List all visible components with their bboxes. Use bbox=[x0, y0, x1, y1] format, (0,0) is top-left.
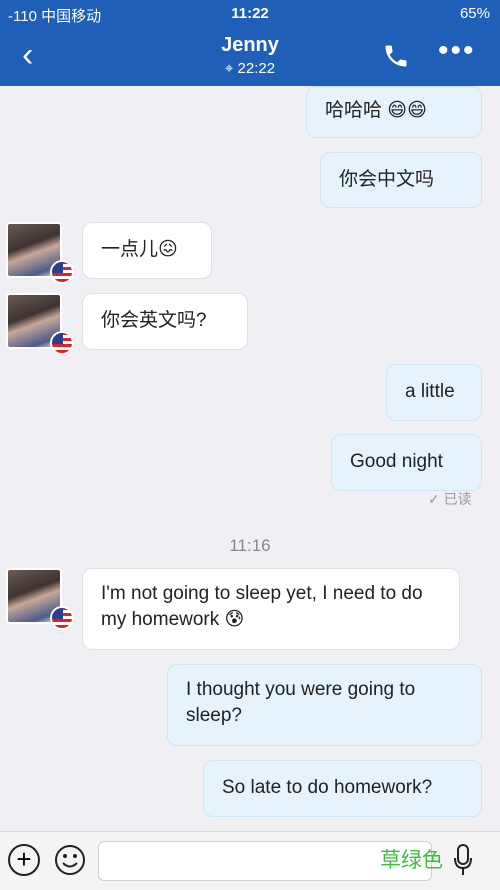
message-bubble-outgoing: a little bbox=[386, 364, 482, 421]
contact-name: Jenny bbox=[221, 34, 279, 56]
plus-icon[interactable]: + bbox=[8, 844, 40, 876]
message-bubble-incoming: 一点儿😖 bbox=[82, 222, 212, 279]
message-bubble-incoming: 你会英文吗? bbox=[82, 293, 248, 350]
message-bubble-outgoing: I thought you were going to sleep? bbox=[167, 664, 482, 746]
us-flag-icon bbox=[50, 260, 74, 284]
microphone-icon[interactable] bbox=[452, 843, 474, 877]
message-bubble-outgoing: 你会中文吗 bbox=[320, 152, 482, 208]
us-flag-icon bbox=[50, 331, 74, 355]
location-pin-icon: ⌖ bbox=[224, 60, 234, 77]
read-receipt: ✓ 已读 bbox=[428, 491, 472, 507]
chat-header: ‹ Jenny ⌖ 22:22 ••• bbox=[0, 28, 500, 86]
input-bar: + 草绿色 bbox=[0, 831, 500, 890]
message-bubble-incoming: I'm not going to sleep yet, I need to do… bbox=[82, 568, 460, 650]
contact-location-time: ⌖ 22:22 bbox=[0, 60, 500, 77]
more-options-icon[interactable]: ••• bbox=[438, 34, 476, 68]
message-list[interactable]: 哈哈哈 😄😄 你会中文吗 一点儿😖 你会英文吗? a little Good n… bbox=[0, 86, 500, 831]
status-bar: -110 中国移动 11:22 65% bbox=[0, 0, 500, 28]
message-bubble-outgoing: 哈哈哈 😄😄 bbox=[306, 86, 482, 138]
message-bubble-outgoing: So late to do homework? bbox=[203, 760, 482, 817]
chat-timestamp: 11:16 bbox=[229, 536, 271, 555]
status-time: 11:22 bbox=[231, 5, 269, 22]
emoji-icon[interactable] bbox=[54, 844, 86, 876]
contact-local-time: 22:22 bbox=[237, 60, 276, 77]
watermark-text: 草绿色 bbox=[380, 849, 443, 872]
us-flag-icon bbox=[50, 606, 74, 630]
message-bubble-outgoing: Good night bbox=[331, 434, 482, 491]
phone-icon[interactable] bbox=[382, 42, 410, 70]
battery-level: 65% bbox=[459, 5, 490, 22]
